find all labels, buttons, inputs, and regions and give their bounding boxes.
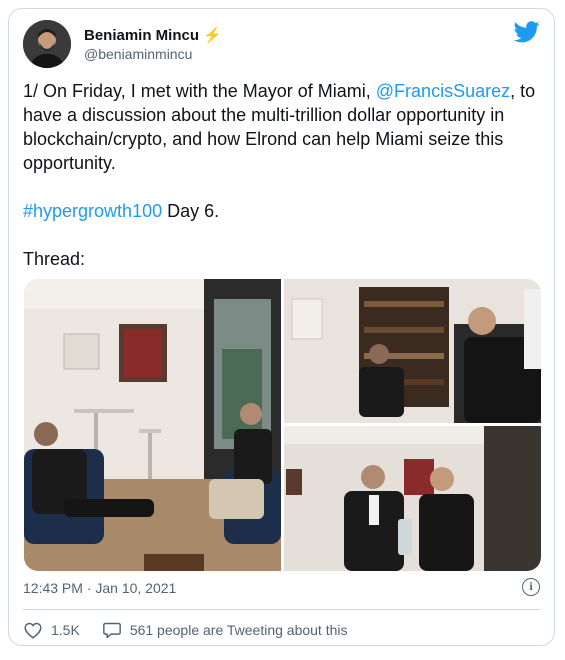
tweet-line-1: 1/ On Friday, I met with the Mayor of Mi… [23,81,376,101]
tweet-card[interactable]: Beniamin Mincu ⚡ @beniaminmincu 1/ On Fri… [8,8,555,646]
author-name[interactable]: Beniamin Mincu ⚡ [84,26,222,44]
author-handle[interactable]: @beniaminmincu [84,46,192,62]
tweet-paragraph-2: #hypergrowth100 Day 6. [23,199,541,223]
tweet-line-1-suffix: , [510,81,516,101]
tweet-paragraph-1: 1/ On Friday, I met with the Mayor of Mi… [23,79,541,175]
photo-3[interactable] [284,426,541,571]
like-count: 1.5K [51,622,80,638]
photo-grid[interactable] [24,279,541,571]
heart-icon[interactable] [23,621,43,639]
info-icon[interactable]: i [522,578,540,596]
avatar[interactable] [23,20,71,68]
photo-1[interactable] [24,279,281,571]
conversation-text: 561 people are Tweeting about this [129,622,348,638]
like-stat[interactable]: 1.5K [23,621,80,639]
conversation-stat[interactable]: 561 people are Tweeting about this [102,621,348,639]
divider [23,609,540,610]
tweet-timestamp[interactable]: 12:43 PM · Jan 10, 2021 [23,580,176,596]
photo-2[interactable] [284,279,541,423]
hashtag-link[interactable]: #hypergrowth100 [23,201,162,221]
speech-bubble-icon[interactable] [102,621,122,639]
thread-label: Thread: [23,249,86,269]
tweet-stats: 1.5K 561 people are Tweeting about this [23,621,370,639]
tweet-text: 1/ On Friday, I met with the Mayor of Mi… [23,79,541,271]
lightning-icon: ⚡ [203,27,222,44]
mention-link[interactable]: @FrancisSuarez [376,81,510,101]
twitter-bird-icon[interactable] [514,21,540,43]
author-name-text[interactable]: Beniamin Mincu [84,27,199,44]
hashtag-suffix: Day 6. [162,201,220,221]
